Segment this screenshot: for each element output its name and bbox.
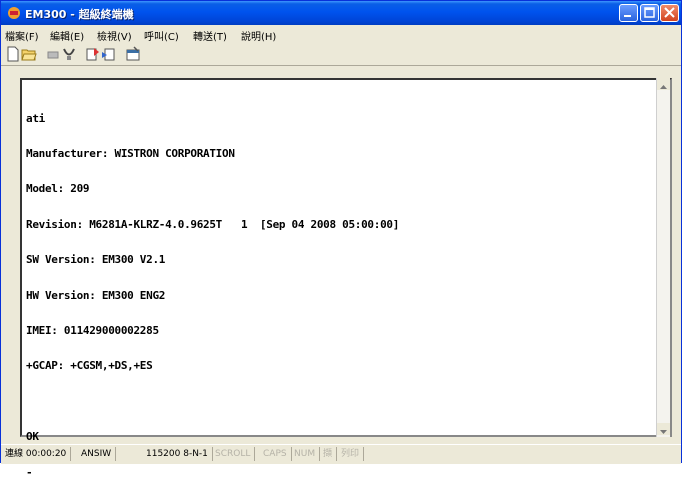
status-bar: 連線 00:00:20 ANSIW 115200 8-N-1 SCROLL CA… — [1, 444, 681, 464]
status-num: NUM — [294, 447, 321, 461]
terminal-line: Revision: M6281A-KLRZ-4.0.9625T 1 [Sep 0… — [26, 217, 400, 231]
close-button[interactable] — [660, 4, 679, 22]
status-scroll: SCROLL — [215, 447, 256, 461]
open-icon[interactable] — [21, 46, 37, 62]
terminal-line: HW Version: EM300 ENG2 — [26, 288, 166, 302]
menu-file[interactable]: 檔案(F) — [5, 28, 39, 43]
scroll-up-button[interactable] — [657, 78, 670, 90]
minimize-icon — [624, 15, 631, 17]
terminal-line: Manufacturer: WISTRON CORPORATION — [26, 146, 235, 160]
maximize-button[interactable] — [640, 4, 659, 22]
status-connected-time: 連線 00:00:20 — [5, 447, 72, 461]
terminal-line: +GCAP: +CGSM,+DS,+ES — [26, 359, 153, 373]
arrow-down-icon — [660, 430, 667, 434]
disconnect-icon[interactable] — [61, 46, 77, 62]
status-capture: 擷 — [323, 447, 338, 461]
maximize-icon — [644, 7, 655, 18]
minimize-button[interactable] — [619, 4, 638, 22]
status-print-echo: 列印 — [341, 447, 365, 461]
menu-call[interactable]: 呼叫(C) — [144, 28, 179, 43]
status-caps: CAPS — [263, 447, 292, 461]
status-port-settings: 115200 8-N-1 — [146, 447, 213, 461]
scroll-down-button[interactable] — [657, 423, 670, 435]
connect-icon[interactable] — [45, 46, 61, 62]
terminal-cursor: - — [26, 465, 33, 479]
new-connection-icon[interactable] — [5, 46, 21, 62]
menu-view[interactable]: 檢視(V) — [97, 28, 132, 43]
terminal-line: ati — [26, 111, 45, 125]
menu-help[interactable]: 說明(H) — [241, 28, 276, 43]
window-title: EM300 - 超級終端機 — [25, 8, 134, 21]
title-bar[interactable]: EM300 - 超級終端機 — [1, 1, 681, 25]
menu-transfer[interactable]: 轉送(T) — [193, 28, 227, 43]
hyperterminal-window: EM300 - 超級終端機 檔案(F) 編輯(E) 檢視(V) 呼叫(C) 轉送… — [0, 0, 682, 478]
close-icon — [664, 7, 675, 18]
send-icon[interactable] — [85, 46, 101, 62]
properties-icon[interactable] — [125, 46, 141, 62]
menu-bar: 檔案(F) 編輯(E) 檢視(V) 呼叫(C) 轉送(T) 說明(H) — [1, 25, 681, 43]
menu-edit[interactable]: 編輯(E) — [50, 28, 84, 43]
terminal-output: ati Manufacturer: WISTRON CORPORATION Mo… — [26, 89, 399, 502]
terminal-line: IMEI: 011429000002285 — [26, 323, 159, 337]
terminal-line: OK — [26, 430, 39, 444]
terminal-line: SW Version: EM300 V2.1 — [26, 253, 166, 267]
terminal-screen[interactable]: ati Manufacturer: WISTRON CORPORATION Mo… — [20, 78, 672, 478]
hyperterminal-icon — [8, 7, 20, 19]
terminal-line: Model: 209 — [26, 182, 90, 196]
vertical-scrollbar[interactable] — [656, 78, 670, 437]
toolbar — [1, 43, 681, 66]
receive-icon[interactable] — [101, 46, 117, 62]
arrow-up-icon — [660, 85, 667, 89]
status-emulation: ANSIW — [81, 447, 117, 461]
